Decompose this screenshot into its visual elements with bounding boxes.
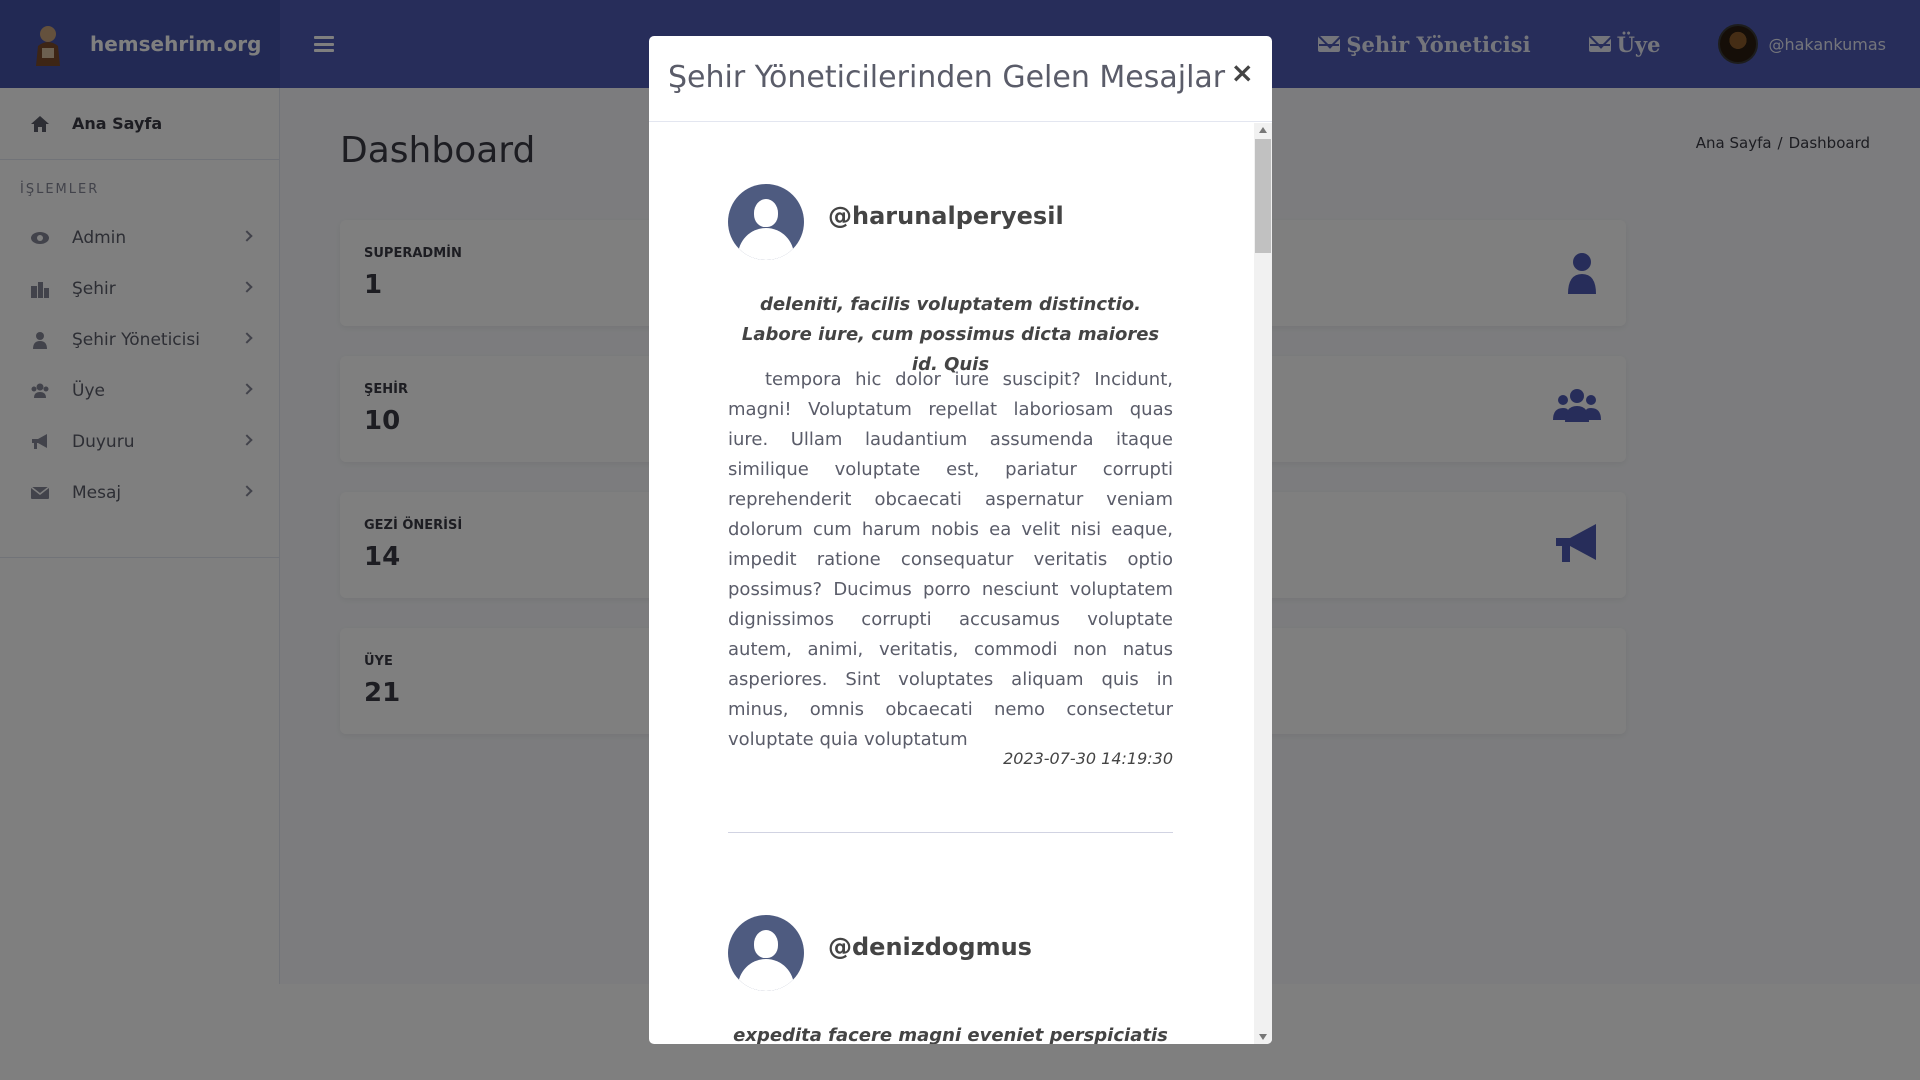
message-username: @denizdogmus (828, 933, 1032, 961)
message-username: @harunalperyesil (828, 202, 1064, 230)
modal-body: @harunalperyesil deleniti, facilis volup… (649, 123, 1254, 1044)
avatar (728, 184, 804, 260)
avatar (728, 915, 804, 991)
scroll-thumb[interactable] (1255, 139, 1271, 253)
close-icon[interactable]: × (1231, 56, 1254, 89)
message-divider (728, 832, 1173, 833)
message-text: tempora hic dolor iure suscipit? Incidun… (728, 369, 1173, 750)
scroll-up-icon[interactable] (1259, 127, 1267, 133)
modal-title: Şehir Yöneticilerinden Gelen Mesajlar (668, 60, 1226, 95)
message-date: 2023-07-30 14:19:30 (1003, 749, 1173, 768)
modal-header: Şehir Yöneticilerinden Gelen Mesajlar × (649, 36, 1272, 122)
message-quote: expedita facere magni eveniet perspiciat… (733, 1025, 1168, 1044)
scroll-down-icon[interactable] (1259, 1034, 1267, 1040)
modal-scrollbar[interactable] (1254, 123, 1272, 1044)
messages-modal: Şehir Yöneticilerinden Gelen Mesajlar × … (649, 36, 1272, 1044)
